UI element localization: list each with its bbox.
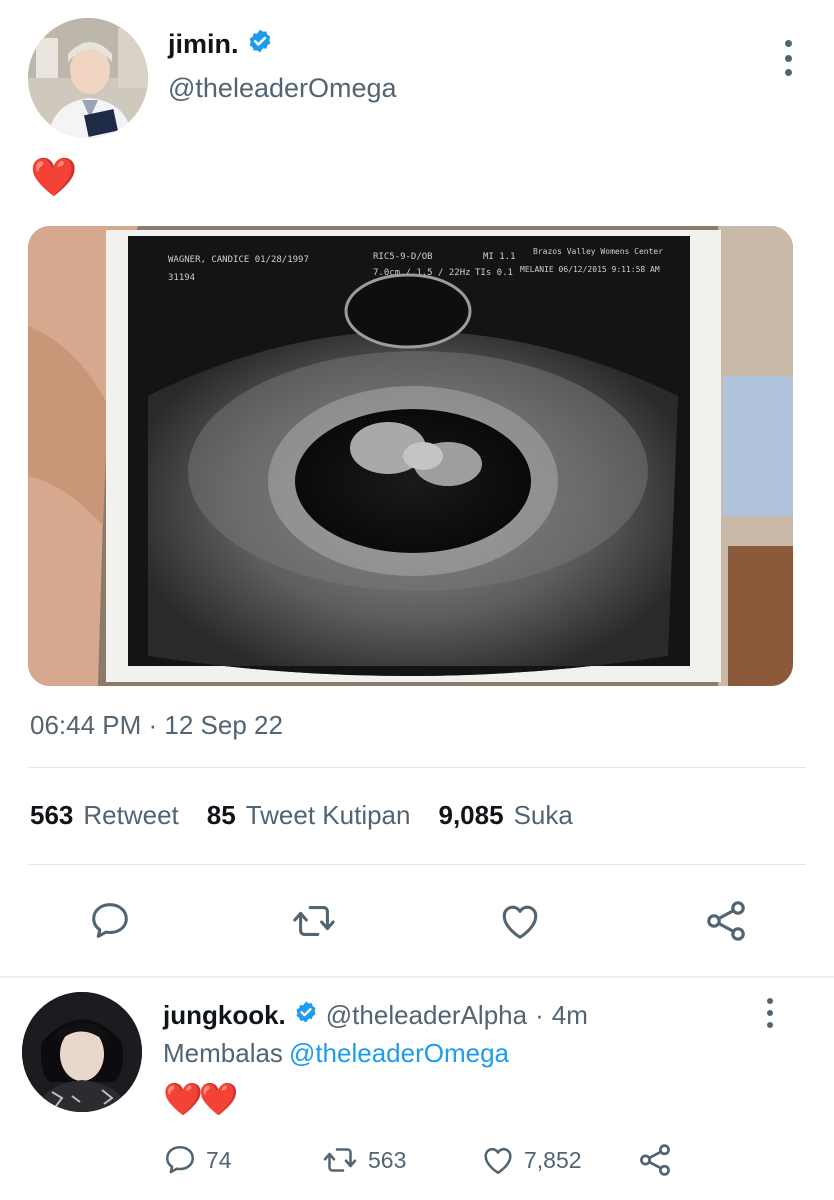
avatar[interactable]	[28, 18, 148, 138]
scan-header-name: WAGNER, CANDICE 01/28/1997	[168, 255, 309, 265]
tweet-actions	[0, 895, 834, 947]
engagement-stats: 563 Retweet 85 Tweet Kutipan 9,085 Suka	[30, 800, 573, 831]
share-icon	[640, 1144, 670, 1176]
dot-separator: ·	[535, 1000, 544, 1030]
like-button[interactable]	[494, 895, 546, 947]
reply-display-name[interactable]: jungkook.	[163, 1000, 286, 1031]
like-count: 7,852	[524, 1146, 582, 1173]
stat-quotes-value: 85	[206, 800, 236, 830]
stat-retweets-label: Retweet	[83, 800, 179, 830]
like-icon	[484, 1147, 512, 1175]
replying-to-label: Membalas	[163, 1038, 283, 1068]
tweet-text: ❤️	[30, 157, 78, 199]
tweet-timestamp[interactable]: 06:44 PM · 12 Sep 22	[30, 710, 283, 741]
stat-likes[interactable]: 9,085 Suka	[438, 800, 572, 831]
reply-tweet[interactable]: jungkook. @theleaderAlpha · 4m Membalas @…	[0, 980, 834, 1200]
retweet-icon	[293, 906, 335, 936]
section-separator	[0, 976, 834, 978]
reply-retweet-button[interactable]: 563	[320, 1140, 406, 1180]
scan-header-id: 31194	[168, 273, 195, 283]
scan-header-mid: RIC5-9-D/OB	[373, 252, 433, 262]
reply-header: jungkook. @theleaderAlpha · 4m	[163, 1000, 588, 1031]
reply-actions: 74 563 7,852	[0, 1140, 834, 1180]
scan-header-clinic: Brazos Valley Womens Center	[533, 247, 663, 256]
author-handle[interactable]: @theleaderOmega	[168, 73, 397, 104]
reply-like-button[interactable]: 7,852	[480, 1140, 582, 1180]
author-name-row[interactable]: jimin.	[168, 28, 397, 61]
stat-quotes[interactable]: 85 Tweet Kutipan	[207, 800, 411, 831]
stat-likes-value: 9,085	[438, 800, 504, 830]
stat-likes-label: Suka	[513, 800, 573, 830]
reply-icon	[92, 903, 128, 938]
reply-avatar[interactable]	[22, 992, 142, 1112]
retweet-count: 563	[368, 1146, 407, 1173]
scan-header-date: MELANIE 06/12/2015 9:11:58 AM	[520, 265, 660, 274]
reply-icon	[165, 1145, 195, 1174]
reply-time[interactable]: 4m	[552, 1000, 588, 1031]
reply-text: ❤️❤️	[163, 1081, 239, 1117]
verified-badge-icon	[294, 1000, 318, 1031]
reply-count: 74	[206, 1146, 232, 1173]
stat-retweets[interactable]: 563 Retweet	[30, 800, 179, 831]
stat-quotes-label: Tweet Kutipan	[245, 800, 411, 830]
replying-to: Membalas @theleaderOmega	[163, 1038, 509, 1069]
like-icon	[502, 905, 538, 939]
retweet-icon	[323, 1148, 357, 1172]
reply-button[interactable]	[84, 895, 136, 947]
scan-header-mi: MI 1.1	[483, 252, 516, 262]
reply-share-button[interactable]	[636, 1140, 674, 1180]
author-info: jimin. @theleaderOmega	[168, 28, 397, 104]
retweet-button[interactable]	[288, 895, 340, 947]
divider	[28, 864, 806, 865]
reply-handle[interactable]: @theleaderAlpha	[326, 1000, 527, 1031]
replying-to-mention[interactable]: @theleaderOmega	[289, 1038, 509, 1068]
more-options-icon[interactable]	[782, 40, 794, 76]
author-display-name[interactable]: jimin.	[168, 29, 239, 60]
reply-more-options-icon[interactable]	[764, 998, 776, 1028]
share-icon	[707, 901, 745, 941]
reply-reply-button[interactable]: 74	[162, 1140, 232, 1180]
divider	[28, 767, 806, 768]
scan-header-tis: TIs 0.1	[475, 268, 513, 278]
tweet-media[interactable]: WAGNER, CANDICE 01/28/1997 31194 RIC5-9-…	[28, 226, 793, 686]
stat-retweets-value: 563	[30, 800, 74, 830]
verified-badge-icon	[247, 28, 273, 61]
share-button[interactable]	[700, 895, 752, 947]
